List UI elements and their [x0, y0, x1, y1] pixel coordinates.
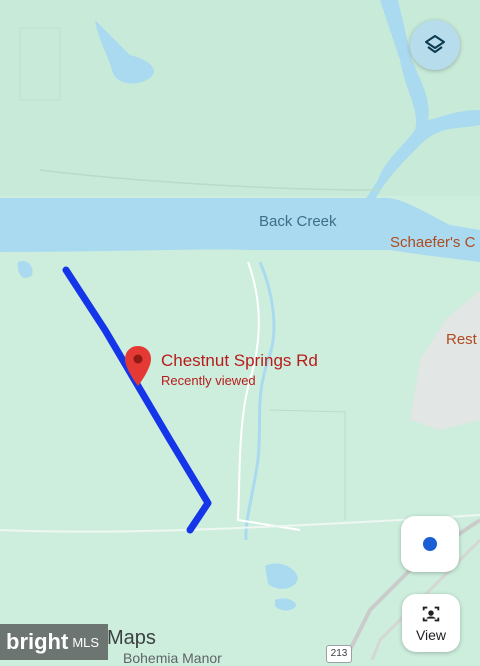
pin-subtitle: Recently viewed	[161, 373, 256, 388]
watermark-brand: bright	[6, 629, 69, 654]
watermark: bright MLS	[0, 624, 108, 660]
bottom-place-label: Bohemia Manor	[123, 650, 222, 666]
place-label[interactable]: Schaefer's C	[390, 234, 475, 251]
my-location-button[interactable]	[401, 516, 459, 572]
layers-button[interactable]	[410, 20, 460, 70]
watermark-suffix: MLS	[72, 634, 100, 650]
pin-title[interactable]: Chestnut Springs Rd	[161, 351, 318, 371]
view-label: View	[415, 627, 447, 643]
my-location-icon	[423, 537, 437, 551]
maps-label: Maps	[107, 627, 156, 649]
restaurant-label[interactable]: Rest	[446, 331, 477, 348]
layers-icon	[425, 35, 445, 53]
highway-badge: 213	[326, 645, 352, 663]
view-button[interactable]: View	[402, 594, 460, 652]
river-label: Back Creek	[259, 213, 337, 230]
street-view-icon	[422, 606, 440, 622]
